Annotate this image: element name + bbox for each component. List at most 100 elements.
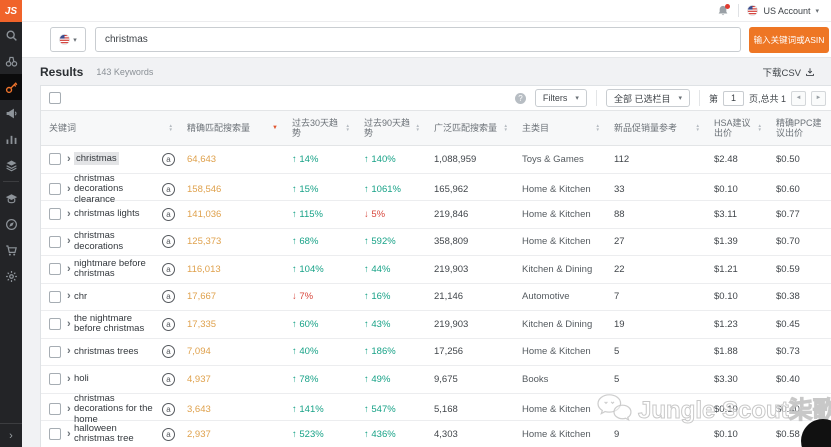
next-page-button[interactable]: ► — [811, 90, 826, 106]
column-header-5[interactable]: 广泛匹配搜索量 ▲ ▼ — [426, 111, 514, 145]
trend-value: ↑ 60% — [292, 318, 319, 330]
expand-row-icon[interactable]: › — [67, 373, 71, 385]
exact-search-volume: 17,335 — [187, 318, 217, 330]
sidebar-item-bar-chart[interactable] — [0, 126, 22, 152]
expand-row-icon[interactable]: › — [67, 263, 71, 275]
expand-row-icon[interactable]: › — [67, 318, 71, 330]
trend-value: ↑ 104% — [292, 263, 324, 275]
amazon-link-icon[interactable]: a — [162, 235, 175, 249]
page-number-input[interactable] — [722, 90, 744, 106]
search-icon — [6, 30, 17, 41]
prev-page-button[interactable]: ◄ — [791, 90, 806, 106]
amazon-link-icon[interactable]: a — [162, 262, 175, 276]
column-header-4[interactable]: 过去90天趋势 ▲ ▼ — [356, 111, 426, 145]
amazon-link-icon[interactable]: a — [162, 372, 175, 386]
table-row: › halloween christmas tree a 2,937 ↑ 523% ↑ 4… — [41, 421, 831, 447]
row-checkbox[interactable] — [49, 345, 61, 358]
expand-row-icon[interactable]: › — [67, 208, 71, 220]
expand-row-icon[interactable]: › — [67, 291, 71, 302]
account-menu[interactable]: US Account ▾ — [747, 5, 819, 16]
row-checkbox[interactable] — [49, 373, 61, 386]
column-header-3[interactable]: 过去30天趋势 ▲ ▼ — [284, 111, 356, 145]
table-row: › nightmare before christmas a 116,013 ↑ 104… — [41, 256, 831, 284]
trend-90d: ↑ 592% — [356, 236, 426, 247]
row-checkbox[interactable] — [49, 183, 61, 196]
sidebar-item-graduation-cap[interactable] — [0, 185, 22, 211]
trend-90d: ↑ 186% — [356, 346, 426, 357]
keyword-search-input[interactable] — [95, 27, 741, 52]
trend-value: ↓ 5% — [364, 208, 386, 220]
submit-keywords-button[interactable]: 输入关键词或ASIN — [749, 26, 829, 53]
column-header-8[interactable]: HSA建议出价 ▲ ▼ — [706, 111, 768, 145]
column-header-1[interactable]: 关键词 ▲ ▼ — [41, 111, 179, 145]
trend-90d: ↑ 140% — [356, 154, 426, 165]
sidebar-item-layers[interactable] — [0, 152, 22, 178]
ppc-bid: $0.40 — [776, 373, 800, 385]
amazon-link-icon[interactable]: a — [162, 345, 175, 359]
junglescout-logo[interactable]: JS — [0, 0, 22, 22]
table-body: › christmas a 64,643 ↑ 14% ↑ 140% 1,088,959 Toy… — [41, 146, 831, 447]
select-all-checkbox[interactable] — [49, 92, 61, 104]
table-row: › christmas lights a 141,036 ↑ 115% ↓ 5% 219,8… — [41, 201, 831, 229]
sort-icon: ▲ ▼ — [695, 123, 700, 132]
sidebar-item-compass[interactable] — [0, 211, 22, 237]
row-checkbox[interactable] — [49, 403, 61, 416]
filters-dropdown[interactable]: Filters ▾ — [534, 89, 587, 107]
trend-value: ↑ 1061% — [364, 183, 401, 195]
row-checkbox[interactable] — [49, 208, 61, 221]
amazon-link-icon[interactable]: a — [162, 317, 175, 331]
ppc-bid: $0.45 — [776, 318, 800, 330]
amazon-link-icon[interactable]: a — [162, 290, 175, 304]
row-checkbox[interactable] — [49, 263, 61, 276]
column-header-label: 过去30天趋势 — [292, 117, 339, 139]
column-header-label: 精确PPC建议出价 — [776, 117, 822, 139]
download-csv-link[interactable]: 下载CSV — [762, 65, 815, 79]
exact-search-volume: 116,013 — [187, 263, 221, 275]
row-checkbox[interactable] — [49, 318, 61, 331]
exact-search-volume: 125,373 — [187, 236, 222, 248]
sidebar-item-binoculars[interactable] — [0, 48, 22, 74]
amazon-link-icon[interactable]: a — [162, 402, 175, 416]
hsa-bid: $1.21 — [714, 263, 738, 275]
category: Automotive — [522, 291, 570, 303]
amazon-link-icon[interactable]: a — [162, 207, 175, 221]
column-header-9[interactable]: 精确PPC建议出价 — [768, 111, 831, 145]
expand-row-icon[interactable]: › — [67, 183, 71, 195]
notifications-bell-icon[interactable] — [716, 3, 731, 18]
sidebar-item-gear[interactable] — [0, 263, 22, 289]
amazon-link-icon[interactable]: a — [162, 182, 175, 196]
expand-row-icon[interactable]: › — [67, 236, 71, 247]
sidebar-item-megaphone[interactable] — [0, 100, 22, 126]
help-icon[interactable]: ? — [514, 92, 526, 104]
sidebar-item-search[interactable] — [0, 22, 22, 48]
row-checkbox[interactable] — [49, 428, 61, 441]
expand-row-icon[interactable]: › — [67, 428, 71, 440]
expand-row-icon[interactable]: › — [67, 153, 71, 165]
trend-30d: ↑ 141% — [284, 404, 356, 415]
marketplace-selector[interactable]: ▾ — [50, 27, 86, 52]
exact-search-volume: 64,643 — [187, 153, 217, 165]
sidebar-item-cart[interactable] — [0, 237, 22, 263]
amazon-link-icon[interactable]: a — [162, 152, 175, 166]
sidebar-item-key[interactable] — [0, 74, 22, 100]
amazon-link-icon[interactable]: a — [162, 427, 175, 441]
row-checkbox[interactable] — [49, 235, 61, 248]
column-header-6[interactable]: 主类目 ▲ ▼ — [514, 111, 606, 145]
column-header-2[interactable]: 精确匹配搜索量 ▼ — [179, 111, 284, 145]
chevron-down-icon: ▾ — [815, 7, 819, 15]
trend-value: ↑ 186% — [364, 346, 396, 358]
ppc-bid: $0.40 — [776, 403, 800, 415]
trend-90d: ↑ 49% — [356, 374, 426, 385]
row-checkbox[interactable] — [49, 290, 61, 303]
expand-row-icon[interactable]: › — [67, 346, 71, 357]
expand-row-icon[interactable]: › — [67, 403, 71, 415]
row-checkbox[interactable] — [49, 153, 61, 166]
trend-30d: ↑ 60% — [284, 319, 356, 330]
sidebar-nav — [0, 22, 22, 289]
us-flag-icon — [747, 5, 759, 16]
hsa-bid: $0.10 — [714, 428, 738, 440]
column-header-7[interactable]: 新品促销量参考 ▲ ▼ — [606, 111, 706, 145]
table-row: › christmas decorations clearance a 158,546… — [41, 173, 831, 204]
columns-dropdown[interactable]: 全部 已选栏目 ▾ — [605, 89, 690, 107]
sidebar-expand-button[interactable]: › — [0, 423, 22, 447]
